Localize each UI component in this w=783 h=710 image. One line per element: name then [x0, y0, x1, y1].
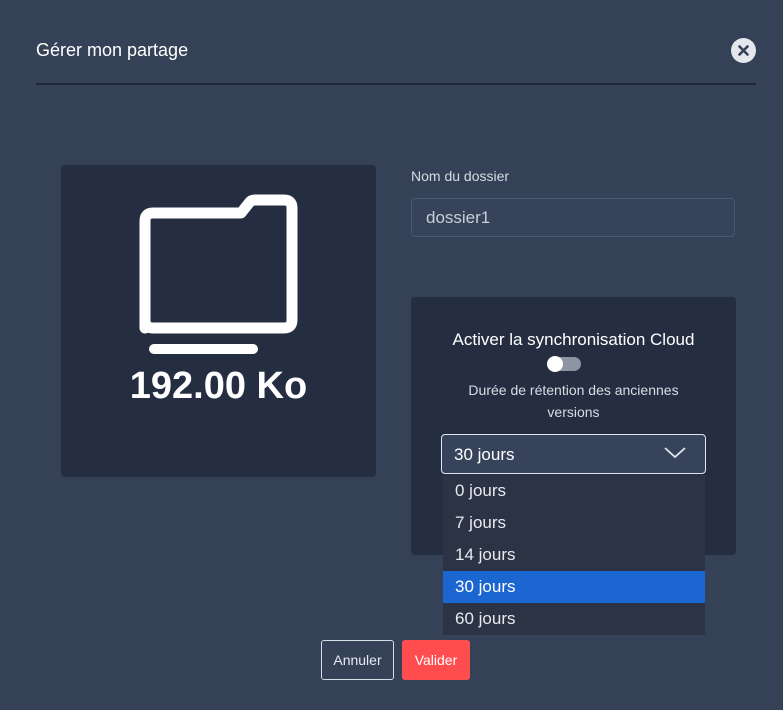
confirm-button[interactable]: Valider [402, 640, 470, 680]
cancel-button[interactable]: Annuler [321, 640, 394, 680]
retention-option-selected[interactable]: 30 jours [443, 571, 705, 603]
header-divider [36, 83, 756, 85]
close-button[interactable] [731, 38, 756, 63]
cloud-sync-toggle[interactable] [547, 356, 581, 372]
folder-name-input[interactable] [411, 198, 735, 237]
retention-dropdown: 0 jours 7 jours 14 jours 30 jours 60 jou… [443, 475, 705, 635]
cloud-sync-label: Activer la synchronisation Cloud [452, 330, 695, 349]
toggle-knob [547, 356, 563, 372]
folder-name-label: Nom du dossier [411, 168, 510, 184]
modal-title: Gérer mon partage [36, 40, 189, 60]
folder-size: 192.00 Ko [129, 365, 308, 407]
retention-option[interactable]: 60 jours [443, 603, 705, 635]
retention-label: Durée de rétention des anciennes version… [468, 382, 679, 420]
retention-option[interactable]: 7 jours [443, 507, 705, 539]
retention-option[interactable]: 0 jours [443, 475, 705, 507]
close-icon [738, 45, 749, 56]
folder-preview-card: 192.00 Ko [61, 165, 376, 477]
retention-select[interactable]: 30 jours [441, 434, 706, 474]
retention-option[interactable]: 14 jours [443, 539, 705, 571]
chevron-down-icon [664, 447, 686, 459]
retention-selected-value: 30 jours [454, 445, 515, 464]
folder-icon [139, 194, 298, 354]
